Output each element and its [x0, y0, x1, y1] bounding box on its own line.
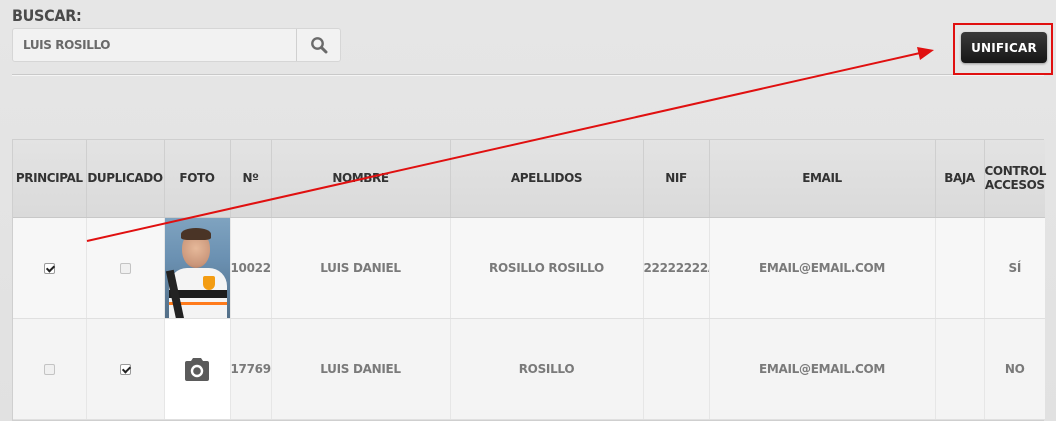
duplicates-table: PRINCIPAL DUPLICADO FOTO Nº NOMBRE APELL…	[12, 139, 1047, 421]
photo-placeholder	[164, 318, 229, 418]
cell-apellidos: ROSILLO ROSILLO	[450, 217, 644, 319]
header-apellidos: APELLIDOS	[450, 140, 644, 218]
principal-checkbox[interactable]	[43, 262, 55, 274]
search-input[interactable]	[13, 29, 296, 61]
header-control-line2: ACCESOS	[984, 178, 1045, 193]
cell-duplicado	[86, 217, 165, 319]
header-email: EMAIL	[709, 140, 936, 218]
cell-foto	[164, 217, 231, 319]
unify-button[interactable]: UNIFICAR	[961, 32, 1047, 63]
cell-control-accesos: NO	[984, 318, 1045, 420]
header-control-line1: CONTROL	[984, 164, 1047, 179]
cell-foto	[164, 318, 231, 420]
search-box	[12, 28, 341, 62]
duplicado-checkbox[interactable]	[119, 262, 131, 274]
principal-checkbox[interactable]	[43, 363, 55, 375]
cell-control-accesos: SÍ	[984, 217, 1045, 319]
person-photo	[164, 217, 229, 317]
cell-nif	[643, 318, 710, 420]
cell-nif: 22222222A	[643, 217, 710, 319]
search-label: BUSCAR:	[12, 6, 82, 25]
table-row: 17769 LUIS DANIEL ROSILLO EMAIL@EMAIL.CO…	[13, 318, 1045, 420]
cell-numero: 10022	[230, 217, 272, 319]
header-duplicado: DUPLICADO	[86, 140, 165, 218]
header-numero: Nº	[230, 140, 272, 218]
cell-baja	[935, 217, 985, 319]
cell-numero: 17769	[230, 318, 272, 420]
cell-nombre: LUIS DANIEL	[271, 318, 451, 420]
cell-email: EMAIL@EMAIL.COM	[709, 217, 936, 319]
duplicado-checkbox[interactable]	[119, 363, 131, 375]
table-row: 10022 LUIS DANIEL ROSILLO ROSILLO 222222…	[13, 217, 1045, 319]
cell-apellidos: ROSILLO	[450, 318, 644, 420]
cell-principal	[13, 217, 87, 319]
header-nif: NIF	[643, 140, 710, 218]
cell-duplicado	[86, 318, 165, 420]
search-divider	[12, 74, 1044, 75]
cell-email: EMAIL@EMAIL.COM	[709, 318, 936, 420]
header-foto: FOTO	[164, 140, 231, 218]
cell-principal	[13, 318, 87, 420]
header-principal: PRINCIPAL	[13, 140, 87, 218]
table-header-row: PRINCIPAL DUPLICADO FOTO Nº NOMBRE APELL…	[13, 140, 1047, 218]
cell-baja	[935, 318, 985, 420]
camera-icon	[185, 357, 209, 381]
header-control-accesos: CONTROL ACCESOS	[984, 140, 1047, 218]
search-icon	[310, 37, 327, 54]
cell-nombre: LUIS DANIEL	[271, 217, 451, 319]
search-button[interactable]	[296, 29, 340, 61]
header-nombre: NOMBRE	[271, 140, 451, 218]
header-baja: BAJA	[935, 140, 985, 218]
